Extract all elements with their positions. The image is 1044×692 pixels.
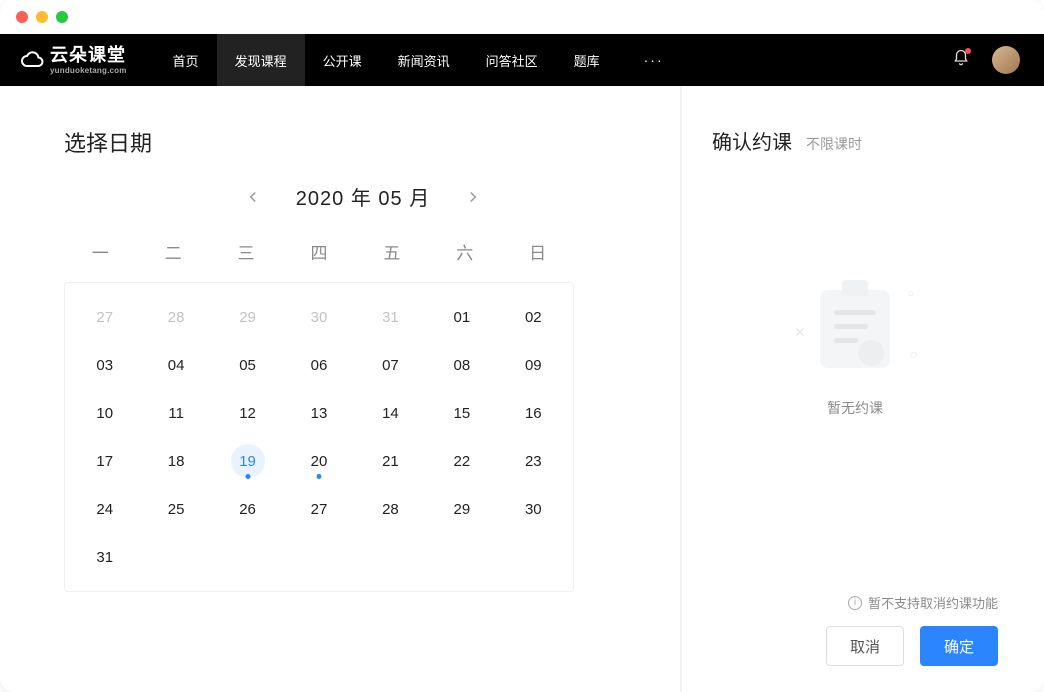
calendar-day[interactable]: 13 bbox=[283, 389, 354, 437]
calendar-day[interactable]: 11 bbox=[140, 389, 211, 437]
nav-item-3[interactable]: 新闻资讯 bbox=[380, 34, 468, 86]
calendar-day[interactable]: 22 bbox=[426, 437, 497, 485]
nav-item-2[interactable]: 公开课 bbox=[305, 34, 380, 86]
booking-notice: i 暂不支持取消约课功能 bbox=[848, 593, 998, 612]
calendar-day[interactable]: 25 bbox=[140, 485, 211, 533]
calendar-day[interactable]: 20 bbox=[283, 437, 354, 485]
booking-empty-state: ✕○○ 暂无约课 bbox=[712, 135, 998, 573]
booking-panel: 确认约课 不限课时 ✕○○ 暂无约课 i 暂不支持取消约课功能 bbox=[680, 86, 1044, 692]
cloud-icon bbox=[20, 48, 44, 72]
info-icon: i bbox=[848, 596, 862, 610]
calendar-day[interactable]: 27 bbox=[69, 293, 140, 341]
calendar-day[interactable]: 30 bbox=[498, 485, 569, 533]
window-close-button[interactable] bbox=[16, 11, 28, 23]
event-dot bbox=[245, 474, 250, 479]
calendar-weekday: 三 bbox=[210, 239, 283, 264]
calendar-day[interactable]: 15 bbox=[426, 389, 497, 437]
calendar-day[interactable]: 21 bbox=[355, 437, 426, 485]
brand-name: 云朵课堂 bbox=[50, 45, 126, 65]
nav-item-0[interactable]: 首页 bbox=[155, 34, 217, 86]
nav-item-5[interactable]: 题库 bbox=[556, 34, 618, 86]
calendar-day[interactable]: 12 bbox=[212, 389, 283, 437]
top-nav: 云朵课堂 yunduoketang.com 首页发现课程公开课新闻资讯问答社区题… bbox=[0, 34, 1044, 86]
calendar-day[interactable]: 07 bbox=[355, 341, 426, 389]
calendar-day[interactable]: 26 bbox=[212, 485, 283, 533]
calendar-day[interactable]: 18 bbox=[140, 437, 211, 485]
nav-item-4[interactable]: 问答社区 bbox=[468, 34, 556, 86]
calendar-day[interactable]: 04 bbox=[140, 341, 211, 389]
calendar-day[interactable]: 29 bbox=[426, 485, 497, 533]
calendar-weekday: 六 bbox=[428, 239, 501, 264]
nav-items: 首页发现课程公开课新闻资讯问答社区题库 bbox=[155, 34, 618, 86]
calendar-day[interactable]: 17 bbox=[69, 437, 140, 485]
booking-notice-text: 暂不支持取消约课功能 bbox=[868, 593, 998, 612]
notifications-unread-dot bbox=[965, 48, 971, 54]
clipboard-icon: ✕○○ bbox=[800, 290, 910, 380]
calendar-day[interactable]: 05 bbox=[212, 341, 283, 389]
user-avatar[interactable] bbox=[992, 46, 1020, 74]
calendar-day[interactable]: 08 bbox=[426, 341, 497, 389]
calendar-day[interactable]: 16 bbox=[498, 389, 569, 437]
calendar-weekday: 五 bbox=[355, 239, 428, 264]
nav-more[interactable]: ··· bbox=[626, 52, 682, 68]
calendar: 一二三四五六日 27282930310102030405060708091011… bbox=[64, 239, 574, 592]
brand-logo[interactable]: 云朵课堂 yunduoketang.com bbox=[20, 45, 127, 75]
calendar-month-nav: 2020 年 05 月 bbox=[64, 182, 662, 211]
calendar-day[interactable]: 23 bbox=[498, 437, 569, 485]
window-minimize-button[interactable] bbox=[36, 11, 48, 23]
chevron-left-icon[interactable] bbox=[244, 188, 262, 206]
calendar-day[interactable]: 31 bbox=[69, 533, 140, 581]
calendar-grid: 2728293031010203040506070809101112131415… bbox=[64, 282, 574, 592]
date-picker-panel: 选择日期 2020 年 05 月 一二三四五六日 272829303101020… bbox=[0, 86, 680, 692]
calendar-day[interactable]: 28 bbox=[355, 485, 426, 533]
calendar-day[interactable]: 28 bbox=[140, 293, 211, 341]
chevron-right-icon[interactable] bbox=[464, 188, 482, 206]
calendar-weekday: 四 bbox=[283, 239, 356, 264]
calendar-day[interactable]: 24 bbox=[69, 485, 140, 533]
notifications-button[interactable] bbox=[952, 49, 970, 72]
calendar-day[interactable]: 10 bbox=[69, 389, 140, 437]
calendar-day[interactable]: 31 bbox=[355, 293, 426, 341]
calendar-day[interactable]: 09 bbox=[498, 341, 569, 389]
calendar-day[interactable]: 14 bbox=[355, 389, 426, 437]
app-window: 云朵课堂 yunduoketang.com 首页发现课程公开课新闻资讯问答社区题… bbox=[0, 0, 1044, 692]
date-picker-title: 选择日期 bbox=[64, 126, 662, 158]
calendar-weekday: 一 bbox=[64, 239, 137, 264]
cancel-button[interactable]: 取消 bbox=[826, 626, 904, 666]
calendar-day[interactable]: 02 bbox=[498, 293, 569, 341]
calendar-month-label: 2020 年 05 月 bbox=[296, 182, 430, 211]
calendar-weekday: 日 bbox=[501, 239, 574, 264]
confirm-button[interactable]: 确定 bbox=[920, 626, 998, 666]
calendar-day[interactable]: 27 bbox=[283, 485, 354, 533]
window-maximize-button[interactable] bbox=[56, 11, 68, 23]
calendar-day[interactable]: 01 bbox=[426, 293, 497, 341]
calendar-day[interactable]: 06 bbox=[283, 341, 354, 389]
calendar-day[interactable]: 29 bbox=[212, 293, 283, 341]
brand-subtext: yunduoketang.com bbox=[50, 66, 127, 75]
calendar-weekday-header: 一二三四五六日 bbox=[64, 239, 574, 264]
window-titlebar bbox=[0, 0, 1044, 34]
calendar-day[interactable]: 03 bbox=[69, 341, 140, 389]
calendar-day[interactable]: 19 bbox=[212, 437, 283, 485]
nav-item-1[interactable]: 发现课程 bbox=[217, 34, 305, 86]
event-dot bbox=[316, 474, 321, 479]
calendar-weekday: 二 bbox=[137, 239, 210, 264]
calendar-day[interactable]: 30 bbox=[283, 293, 354, 341]
booking-empty-text: 暂无约课 bbox=[827, 398, 883, 418]
